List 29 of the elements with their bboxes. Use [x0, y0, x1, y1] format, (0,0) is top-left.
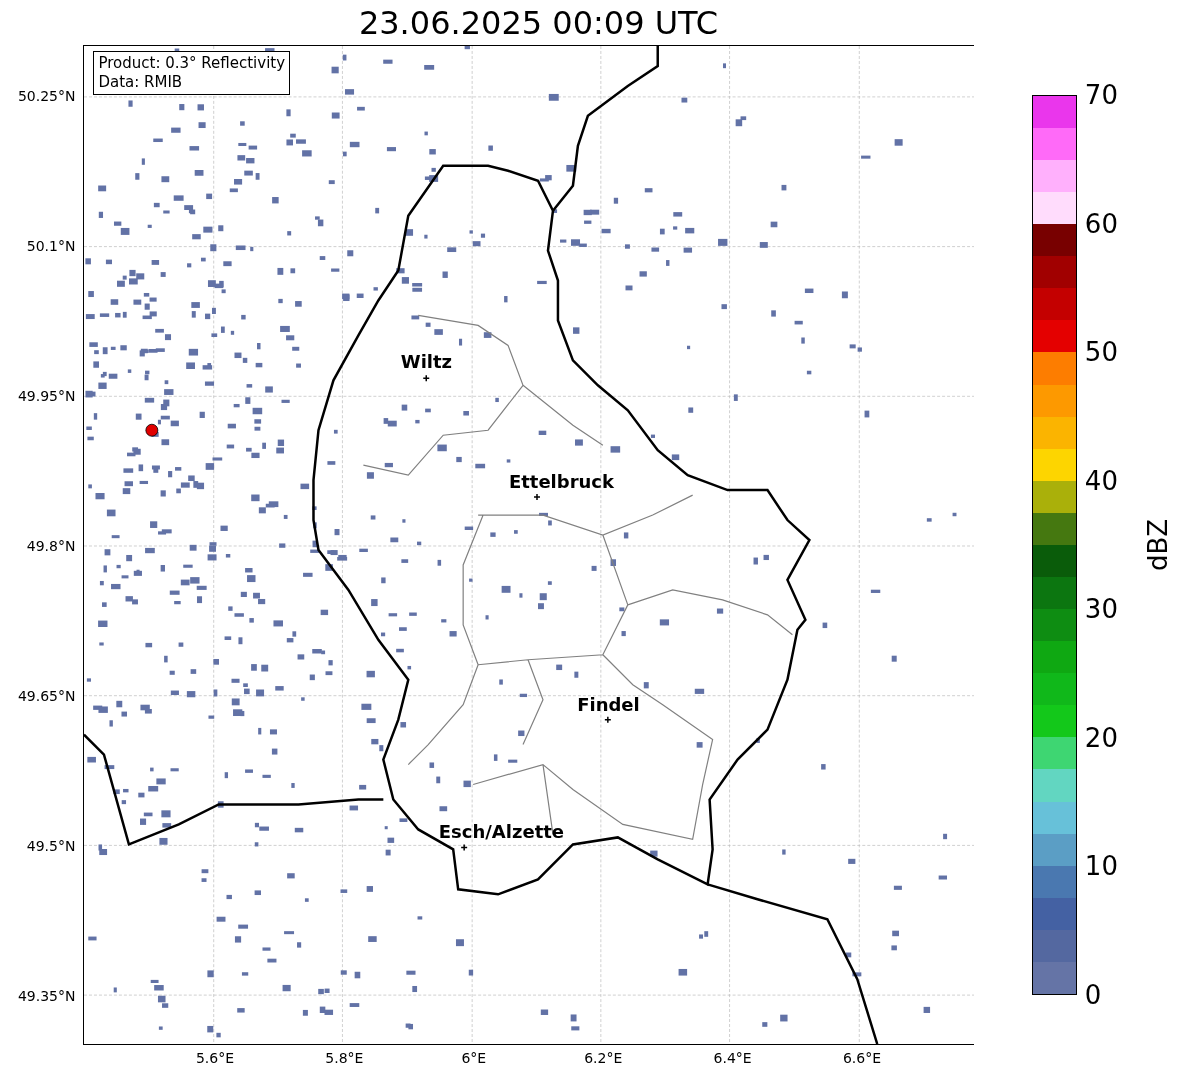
colorbar-tick-label: 60	[1084, 210, 1118, 237]
info-text: Product: 0.3° Reflectivity	[98, 54, 286, 73]
colorbar-label: dBZ	[1144, 518, 1171, 572]
latitude-label: 50.25°N	[17, 89, 76, 103]
city-label: Ettelbruck	[508, 473, 614, 491]
colorbar-tick-label: 30	[1084, 596, 1118, 623]
latitude-label: 50.1°N	[26, 239, 76, 253]
city-label: Wiltz	[400, 353, 453, 371]
longitude-label: 5.8°E	[325, 1051, 364, 1065]
info-text: Data: RMIB	[98, 73, 184, 92]
colorbar-tick-label: 0	[1084, 982, 1102, 1008]
latitude-label: 49.8°N	[26, 539, 76, 553]
chart-title: 23.06.2025 00:09 UTC	[358, 6, 719, 39]
colorbar-tick-label: 40	[1084, 467, 1118, 494]
latitude-label: 49.95°N	[17, 389, 76, 403]
colorbar-tick-label: 20	[1084, 724, 1118, 751]
longitude-label: 6.4°E	[713, 1051, 752, 1065]
longitude-label: 6°E	[461, 1051, 487, 1065]
longitude-label: 6.6°E	[842, 1051, 882, 1065]
colorbar-tick-label: 70	[1084, 82, 1118, 108]
latitude-label: 49.35°N	[17, 989, 76, 1003]
city-label: Findel	[577, 696, 640, 714]
colorbar-tick-label: 10	[1084, 853, 1118, 880]
latitude-label: 49.65°N	[17, 689, 76, 703]
colorbar-tick-label: 50	[1084, 339, 1118, 366]
longitude-label: 6.2°E	[584, 1051, 623, 1065]
latitude-label: 49.5°N	[26, 839, 76, 853]
longitude-label: 5.6°E	[195, 1051, 235, 1065]
city-label: Esch/Alzette	[438, 823, 565, 841]
